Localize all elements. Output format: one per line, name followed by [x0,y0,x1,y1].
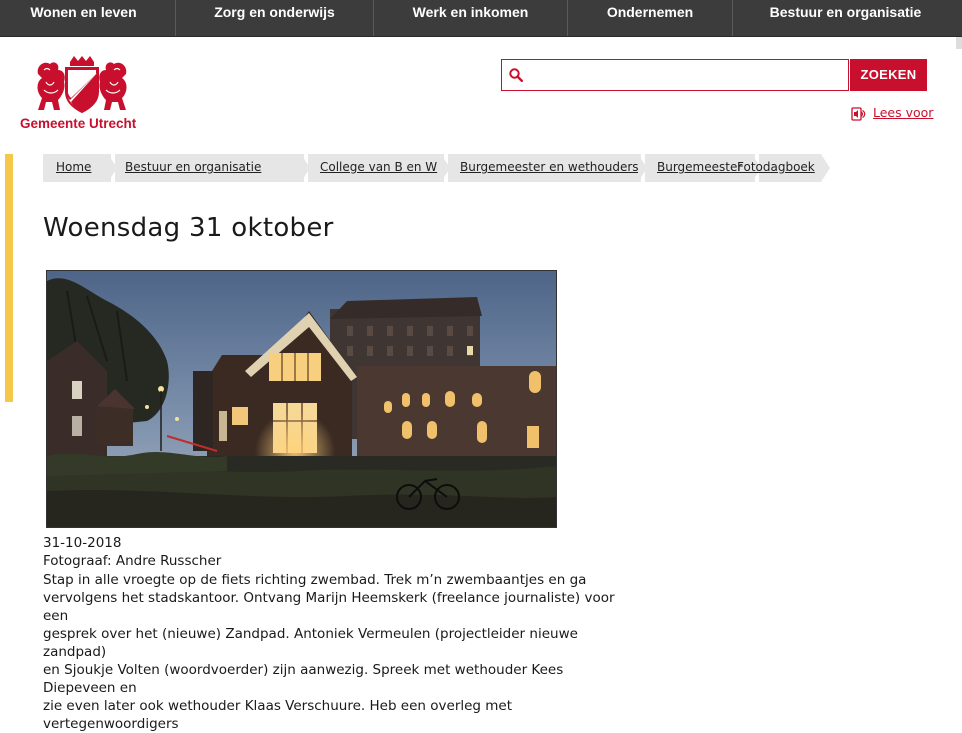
body-line: en Sjoukje Volten (woordvoerder) zijn aa… [43,662,564,696]
body-line: zie even later ook wethouder Klaas Versc… [43,698,513,732]
nav-item-werk-en-inkomen[interactable]: Werk en inkomen [374,0,567,36]
breadcrumb-item-college[interactable]: College van B en W [308,154,444,182]
breadcrumb-label[interactable]: Burgemeester [657,160,742,174]
search-box [501,59,849,91]
breadcrumb-label[interactable]: Fotodagboek [737,160,815,174]
scrollbar[interactable] [956,37,962,49]
read-aloud-label: Lees voor [873,105,934,120]
search-icon [509,68,523,82]
search-bar: ZOEKEN [501,59,927,91]
breadcrumb-item-bestuur[interactable]: Bestuur en organisatie [115,154,304,182]
coat-of-arms-icon [37,56,127,114]
photo-image [47,271,556,527]
breadcrumb-label[interactable]: Burgemeester en wethouders [460,160,639,174]
nav-item-ondernemen[interactable]: Ondernemen [568,0,732,36]
breadcrumb-label[interactable]: Home [56,160,91,174]
article-body: Stap in alle vroegte op de fiets richtin… [43,571,633,733]
accent-bar [5,154,13,402]
breadcrumb-label[interactable]: Bestuur en organisatie [125,160,261,174]
nav-item-wonen-en-leven[interactable]: Wonen en leven [0,0,167,36]
logo-text: Gemeente Utrecht [20,116,137,131]
page-title: Woensdag 31 oktober [43,213,334,243]
photo [46,270,557,528]
search-button[interactable]: ZOEKEN [850,59,927,91]
body-line: vervolgens het stadskantoor. Ontvang Mar… [43,590,615,624]
top-navigation: Wonen en leven Zorg en onderwijs Werk en… [0,0,962,37]
speaker-icon [851,107,866,121]
photographer: Fotograaf: Andre Russcher [43,553,222,569]
body-line: gesprek over het (nieuwe) Zandpad. Anton… [43,626,578,660]
photo-date: 31-10-2018 [43,535,122,551]
search-input[interactable] [528,63,842,87]
nav-item-bestuur-en-organisatie[interactable]: Bestuur en organisatie [733,0,958,36]
body-line: Stap in alle vroegte op de fiets richtin… [43,572,587,588]
breadcrumb-label[interactable]: College van B en W [320,160,437,174]
nav-item-zorg-en-onderwijs[interactable]: Zorg en onderwijs [176,0,373,36]
breadcrumb-item-home[interactable]: Home [43,154,111,182]
breadcrumb-item-fotodagboek[interactable]: Fotodagboek [737,154,821,182]
breadcrumb-item-burgemeester-en-wethouders[interactable]: Burgemeester en wethouders [448,154,641,182]
gemeente-utrecht-logo[interactable]: Gemeente Utrecht [18,56,148,136]
